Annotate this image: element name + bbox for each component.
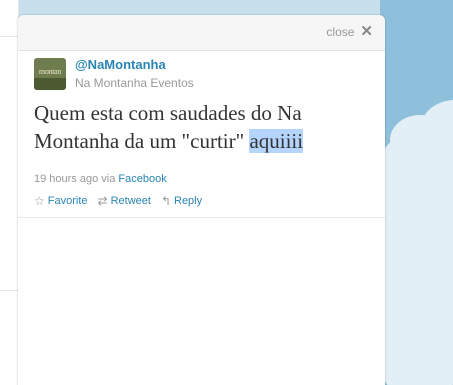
close-button[interactable]: close ✕ — [326, 24, 373, 39]
timeline-divider — [0, 290, 18, 291]
retweet-button[interactable]: ⇄ Retweet — [98, 194, 151, 208]
selected-text: aquiiii — [249, 129, 304, 153]
tweet-meta: 19 hours ago via Facebook — [34, 173, 167, 185]
close-label[interactable]: close — [326, 25, 354, 39]
close-icon[interactable]: ✕ — [360, 24, 373, 39]
reply-button[interactable]: ↰ Reply — [161, 194, 202, 208]
background-sky — [380, 0, 453, 385]
background-timeline — [0, 0, 19, 385]
source-link[interactable]: Facebook — [118, 173, 166, 185]
tweet-details-panel: close ✕ montan @NaMontanha Na Montanha E… — [18, 15, 385, 385]
avatar[interactable]: montan — [34, 58, 66, 90]
avatar-logo-text: montan — [38, 67, 62, 76]
tweet-actions: ☆ Favorite ⇄ Retweet ↰ Reply — [34, 194, 202, 208]
via-label: via — [101, 173, 116, 185]
panel-divider — [18, 217, 385, 218]
timestamp[interactable]: 19 hours ago — [34, 173, 98, 185]
reply-icon: ↰ — [160, 194, 171, 208]
favorite-button[interactable]: ☆ Favorite — [34, 194, 88, 208]
reply-label[interactable]: Reply — [174, 195, 202, 207]
star-icon: ☆ — [34, 194, 45, 208]
display-name: Na Montanha Eventos — [75, 76, 194, 90]
panel-header: close ✕ — [18, 15, 385, 51]
screen-name-link[interactable]: @NaMontanha — [75, 57, 166, 72]
tweet-text: Quem esta com saudades do Na Montanha da… — [34, 99, 374, 155]
avatar-landscape — [34, 78, 66, 90]
retweet-label[interactable]: Retweet — [111, 195, 151, 207]
timeline-divider — [0, 36, 18, 37]
cloud — [380, 135, 453, 385]
favorite-label[interactable]: Favorite — [48, 195, 88, 207]
retweet-icon: ⇄ — [97, 194, 108, 208]
